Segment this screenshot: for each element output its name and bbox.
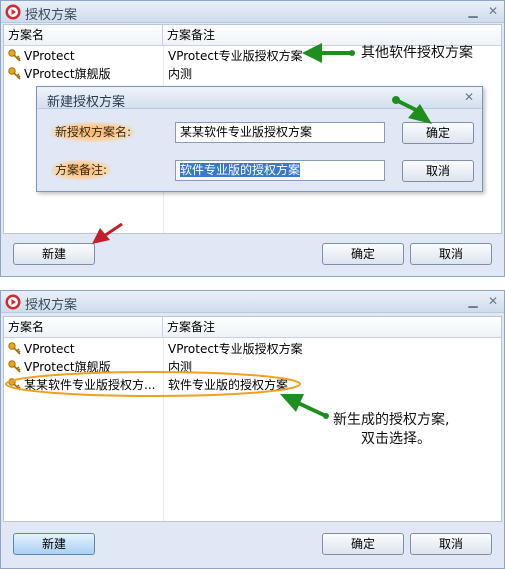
new-button[interactable]: 新建 <box>13 243 95 265</box>
dialog-ok-button[interactable]: 确定 <box>402 122 474 144</box>
window-titlebar: 授权方案 ▁ ✕ <box>1 1 504 23</box>
row-note: 软件专业版的授权方案 <box>168 378 289 392</box>
minimize-icon[interactable]: ▁ <box>465 293 481 309</box>
scheme-note-input[interactable]: 软件专业版的授权方案 <box>175 160 385 181</box>
row-note: 内测 <box>168 67 193 81</box>
app-icon <box>5 294 21 310</box>
authorization-window-bottom: 授权方案 ▁ ✕ 方案名 方案备注 VProtect VProtect专业版授权… <box>0 290 505 569</box>
key-icon <box>8 342 21 355</box>
ok-button[interactable]: 确定 <box>322 243 404 265</box>
scheme-note-label: 方案备注: <box>51 160 112 180</box>
row-note: 内测 <box>168 360 193 374</box>
minimize-icon[interactable]: ▁ <box>465 3 481 19</box>
new-scheme-dialog: 新建授权方案 ✕ 新授权方案名: 某某软件专业版授权方案 方案备注: 软件专业版… <box>36 86 483 192</box>
table-row[interactable]: VProtect VProtect专业版授权方案 <box>4 340 501 358</box>
app-icon <box>5 4 21 20</box>
ok-button[interactable]: 确定 <box>322 533 404 555</box>
cancel-button[interactable]: 取消 <box>410 243 492 265</box>
window-title: 授权方案 <box>25 298 78 313</box>
row-name: VProtect旗舰版 <box>24 360 111 374</box>
window-title: 授权方案 <box>25 8 78 23</box>
authorization-window-top: 授权方案 ▁ ✕ 方案名 方案备注 VProtect VProtect专业版授权… <box>0 0 505 277</box>
scheme-name-input[interactable]: 某某软件专业版授权方案 <box>175 122 385 143</box>
key-icon <box>8 378 21 391</box>
row-name: VProtect旗舰版 <box>24 67 111 81</box>
close-icon[interactable]: ✕ <box>485 293 501 309</box>
new-button[interactable]: 新建 <box>13 533 95 555</box>
scheme-name-label: 新授权方案名: <box>51 122 136 142</box>
key-icon <box>8 49 21 62</box>
column-header-name[interactable]: 方案名 <box>4 317 163 338</box>
list-header: 方案名 方案备注 <box>4 317 501 338</box>
dialog-cancel-button[interactable]: 取消 <box>402 160 474 182</box>
cancel-button[interactable]: 取消 <box>410 533 492 555</box>
column-header-name[interactable]: 方案名 <box>4 25 163 46</box>
key-icon <box>8 360 21 373</box>
table-row[interactable]: VProtect旗舰版 内测 <box>4 65 501 83</box>
key-icon <box>8 67 21 80</box>
close-icon[interactable]: ✕ <box>485 3 501 19</box>
annotation-new-scheme-line2: 双击选择。 <box>361 431 431 447</box>
table-row-new[interactable]: 某某软件专业版授权方... 软件专业版的授权方案 <box>4 376 501 394</box>
dialog-titlebar: 新建授权方案 ✕ <box>37 87 482 110</box>
dialog-title: 新建授权方案 <box>47 95 126 110</box>
annotation-other-schemes: 其他软件授权方案 <box>361 45 473 61</box>
row-note: VProtect专业版授权方案 <box>168 49 303 63</box>
close-icon[interactable]: ✕ <box>464 90 474 104</box>
row-note: VProtect专业版授权方案 <box>168 342 303 356</box>
column-header-note[interactable]: 方案备注 <box>163 317 501 338</box>
window-titlebar: 授权方案 ▁ ✕ <box>1 291 504 313</box>
table-row[interactable]: VProtect旗舰版 内测 <box>4 358 501 376</box>
selected-text: 软件专业版的授权方案 <box>180 163 301 177</box>
row-name: VProtect <box>24 49 75 63</box>
row-name: 某某软件专业版授权方... <box>24 378 156 392</box>
row-name: VProtect <box>24 342 75 356</box>
annotation-new-scheme-line1: 新生成的授权方案, <box>333 412 450 428</box>
